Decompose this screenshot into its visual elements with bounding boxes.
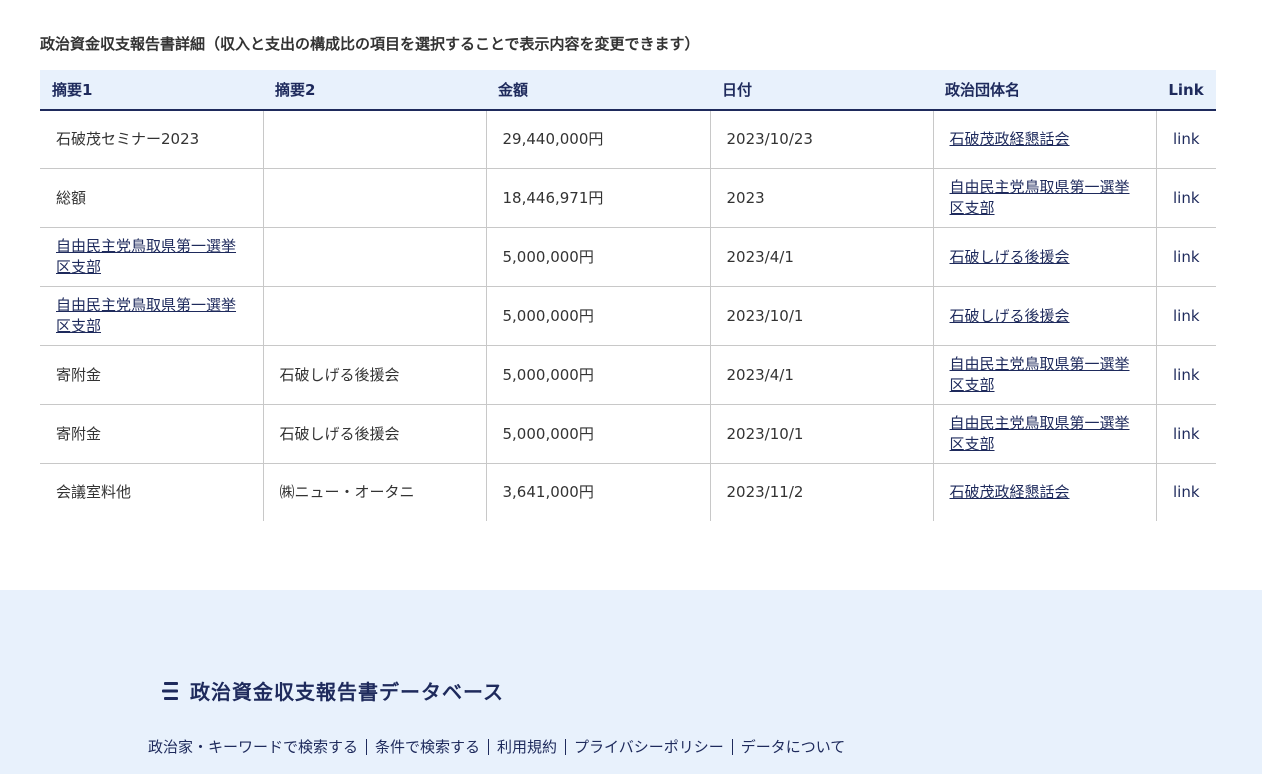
detail-link[interactable]: link: [1173, 307, 1200, 325]
cell-link: link: [1156, 404, 1216, 464]
cell-summary1: 自由民主党鳥取県第一選挙区支部: [40, 286, 264, 346]
header-summary2: 摘要2: [263, 70, 486, 111]
cell-link: link: [1156, 286, 1216, 346]
nav-separator: [366, 738, 368, 755]
cell-link: link: [1156, 464, 1216, 522]
cell-date: 2023/4/1: [710, 227, 934, 287]
detail-link[interactable]: link: [1173, 425, 1200, 443]
cell-org: 自由民主党鳥取県第一選挙区支部: [933, 345, 1157, 405]
cell-summary2: [263, 168, 487, 228]
cell-summary2: 石破しげる後援会: [263, 345, 487, 405]
detail-link[interactable]: link: [1173, 248, 1200, 266]
cell-date: 2023: [710, 168, 934, 228]
brand-name: 政治資金収支報告書データベース: [190, 680, 504, 704]
section-title: 政治資金収支報告書詳細（収入と支出の構成比の項目を選択することで表示内容を変更で…: [40, 35, 700, 53]
nav-separator: [731, 738, 733, 755]
cell-link: link: [1156, 227, 1216, 287]
org-link[interactable]: 石破しげる後援会: [950, 307, 1070, 325]
detail-link[interactable]: link: [1173, 483, 1200, 501]
stacked-lines-logo-icon: [162, 681, 178, 700]
header-summary1: 摘要1: [40, 70, 263, 111]
table-row: 自由民主党鳥取県第一選挙区支部 5,000,000円 2023/4/1 石破しげ…: [40, 227, 1216, 287]
cell-summary1: 自由民主党鳥取県第一選挙区支部: [40, 227, 264, 287]
cell-summary1: 総額: [40, 168, 264, 228]
header-org: 政治団体名: [933, 70, 1156, 111]
org-link[interactable]: 自由民主党鳥取県第一選挙区支部: [950, 355, 1130, 394]
cell-amount: 3,641,000円: [486, 463, 711, 521]
org-link[interactable]: 自由民主党鳥取県第一選挙区支部: [950, 414, 1130, 453]
org-link[interactable]: 石破しげる後援会: [950, 248, 1070, 266]
cell-date: 2023/10/1: [710, 286, 934, 346]
cell-summary1: 石破茂セミナー2023: [40, 110, 264, 169]
detail-link[interactable]: link: [1173, 366, 1200, 384]
cell-date: 2023/10/1: [710, 404, 934, 464]
table-row: 総額 18,446,971円 2023 自由民主党鳥取県第一選挙区支部 link: [40, 168, 1216, 228]
cell-org: 石破しげる後援会: [933, 227, 1157, 287]
cell-amount: 5,000,000円: [486, 345, 711, 405]
org-link[interactable]: 自由民主党鳥取県第一選挙区支部: [950, 178, 1130, 217]
detail-link[interactable]: link: [1173, 189, 1200, 207]
footer: 政治資金収支報告書データベース 政治家・キーワードで検索する 条件で検索する 利…: [0, 590, 1262, 774]
footer-link-keyword-search[interactable]: 政治家・キーワードで検索する: [148, 736, 358, 757]
nav-separator: [565, 738, 567, 755]
cell-summary1: 会議室料他: [40, 463, 264, 521]
cell-link: link: [1156, 345, 1216, 405]
cell-org: 石破しげる後援会: [933, 286, 1157, 346]
cell-summary2: [263, 286, 487, 346]
table-row: 自由民主党鳥取県第一選挙区支部 5,000,000円 2023/10/1 石破し…: [40, 286, 1216, 346]
main-content: 政治資金収支報告書詳細（収入と支出の構成比の項目を選択することで表示内容を変更で…: [0, 0, 1262, 590]
table-row: 石破茂セミナー2023 29,440,000円 2023/10/23 石破茂政経…: [40, 110, 1216, 169]
summary1-link[interactable]: 自由民主党鳥取県第一選挙区支部: [56, 237, 236, 276]
cell-date: 2023/10/23: [710, 110, 934, 169]
cell-link: link: [1156, 168, 1216, 228]
cell-org: 石破茂政経懇話会: [933, 110, 1157, 169]
footer-link-privacy[interactable]: プライバシーポリシー: [574, 736, 724, 757]
cell-org: 自由民主党鳥取県第一選挙区支部: [933, 168, 1157, 228]
cell-amount: 18,446,971円: [486, 168, 711, 228]
cell-amount: 29,440,000円: [486, 110, 711, 169]
table-row: 寄附金 石破しげる後援会 5,000,000円 2023/10/1 自由民主党鳥…: [40, 404, 1216, 464]
footer-brand[interactable]: 政治資金収支報告書データベース: [162, 676, 504, 705]
cell-org: 自由民主党鳥取県第一選挙区支部: [933, 404, 1157, 464]
detail-link[interactable]: link: [1173, 130, 1200, 148]
cell-amount: 5,000,000円: [486, 227, 711, 287]
cell-date: 2023/4/1: [710, 345, 934, 405]
org-link[interactable]: 石破茂政経懇話会: [950, 130, 1070, 148]
table-header-row: 摘要1 摘要2 金額 日付 政治団体名 Link: [40, 70, 1216, 111]
cell-summary1: 寄附金: [40, 345, 264, 405]
header-amount: 金額: [486, 70, 710, 111]
cell-summary2: [263, 227, 487, 287]
header-link: Link: [1156, 70, 1216, 111]
footer-nav: 政治家・キーワードで検索する 条件で検索する 利用規約 プライバシーポリシー デ…: [148, 736, 845, 757]
summary1-link[interactable]: 自由民主党鳥取県第一選挙区支部: [56, 296, 236, 335]
cell-amount: 5,000,000円: [486, 404, 711, 464]
cell-summary2: 石破しげる後援会: [263, 404, 487, 464]
nav-separator: [488, 738, 490, 755]
cell-link: link: [1156, 110, 1216, 169]
footer-link-about-data[interactable]: データについて: [741, 736, 846, 757]
cell-summary2: [263, 110, 487, 169]
org-link[interactable]: 石破茂政経懇話会: [950, 483, 1070, 501]
footer-link-condition-search[interactable]: 条件で検索する: [375, 736, 480, 757]
cell-summary1: 寄附金: [40, 404, 264, 464]
detail-table: 摘要1 摘要2 金額 日付 政治団体名 Link 石破茂セミナー2023 29,…: [40, 70, 1216, 521]
footer-link-terms[interactable]: 利用規約: [497, 736, 557, 757]
header-date: 日付: [710, 70, 933, 111]
table-row: 寄附金 石破しげる後援会 5,000,000円 2023/4/1 自由民主党鳥取…: [40, 345, 1216, 405]
table-row: 会議室料他 ㈱ニュー・オータニ 3,641,000円 2023/11/2 石破茂…: [40, 463, 1216, 522]
cell-amount: 5,000,000円: [486, 286, 711, 346]
cell-summary2: ㈱ニュー・オータニ: [263, 463, 487, 521]
cell-org: 石破茂政経懇話会: [933, 463, 1157, 521]
cell-date: 2023/11/2: [710, 463, 934, 521]
